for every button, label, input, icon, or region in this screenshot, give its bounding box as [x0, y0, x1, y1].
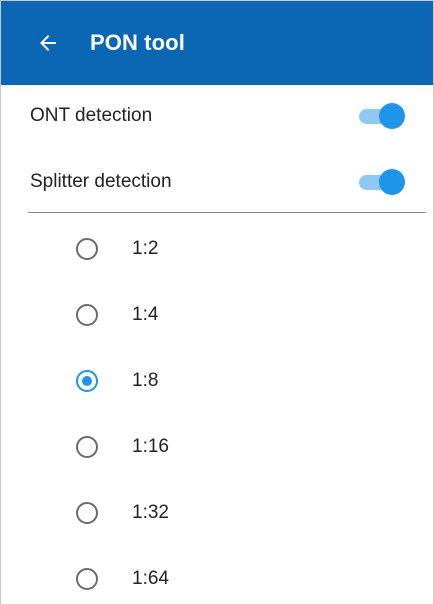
radio-option-1-32[interactable]: 1:32 — [1, 493, 433, 533]
radio-option-1-16[interactable]: 1:16 — [1, 427, 433, 467]
ont-detection-label: ONT detection — [30, 105, 153, 126]
radio-unchecked-icon[interactable] — [76, 436, 98, 458]
radio-option-1-8[interactable]: 1:8 — [1, 361, 433, 401]
ont-detection-toggle[interactable] — [357, 101, 407, 131]
arrow-left-icon — [40, 35, 56, 51]
radio-dot — [82, 376, 92, 386]
radio-unchecked-icon[interactable] — [76, 502, 98, 524]
radio-label: 1:2 — [132, 238, 159, 259]
radio-unchecked-icon[interactable] — [76, 238, 98, 260]
radio-unchecked-icon[interactable] — [76, 304, 98, 326]
page-title: PON tool — [90, 30, 185, 55]
toggle-thumb — [379, 169, 405, 195]
radio-label: 1:64 — [132, 568, 169, 589]
radio-label: 1:4 — [132, 304, 159, 325]
radio-option-1-2[interactable]: 1:2 — [1, 229, 433, 269]
back-button[interactable] — [34, 29, 62, 57]
radio-label: 1:32 — [132, 502, 169, 523]
splitter-detection-label: Splitter detection — [30, 171, 172, 192]
radio-option-1-4[interactable]: 1:4 — [1, 295, 433, 335]
radio-label: 1:16 — [132, 436, 169, 457]
radio-label: 1:8 — [132, 370, 159, 391]
ont-detection-row: ONT detection — [1, 81, 433, 151]
toggle-thumb — [379, 103, 405, 129]
radio-option-1-64[interactable]: 1:64 — [1, 559, 433, 599]
radio-unchecked-icon[interactable] — [76, 568, 98, 590]
splitter-detection-toggle[interactable] — [357, 167, 407, 197]
app-bar: PON tool — [1, 1, 433, 85]
divider — [28, 212, 426, 213]
splitter-detection-row: Splitter detection — [1, 147, 433, 217]
pon-tool-screen: PON tool ONT detection Splitter detectio… — [0, 0, 434, 604]
radio-checked-icon[interactable] — [76, 370, 98, 392]
